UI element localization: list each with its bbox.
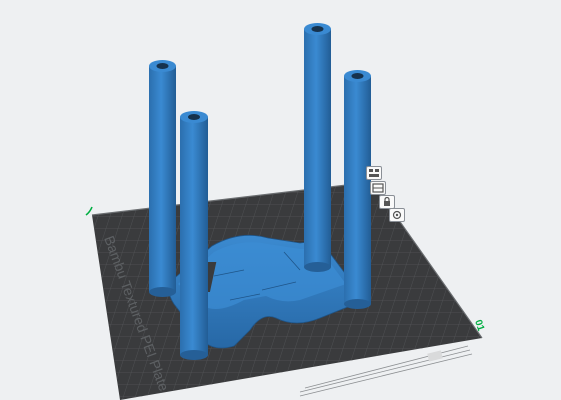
3d-viewport[interactable]: Bambu Textured PEI Plate 01 xyxy=(0,0,561,400)
pillar-back-right xyxy=(304,23,331,272)
lock-plate-icon[interactable] xyxy=(379,195,395,209)
pillar-back-left xyxy=(149,60,176,297)
pillar-front-left xyxy=(180,111,208,360)
orient-objects-icon[interactable] xyxy=(370,181,386,195)
build-scene[interactable]: Bambu Textured PEI Plate 01 xyxy=(0,0,561,400)
plate-settings-icon[interactable] xyxy=(389,208,405,222)
plate-front-tab xyxy=(427,350,443,362)
pillar-front-right xyxy=(344,70,371,309)
axis-origin-icon xyxy=(85,206,93,216)
arrange-objects-icon[interactable] xyxy=(366,166,382,180)
